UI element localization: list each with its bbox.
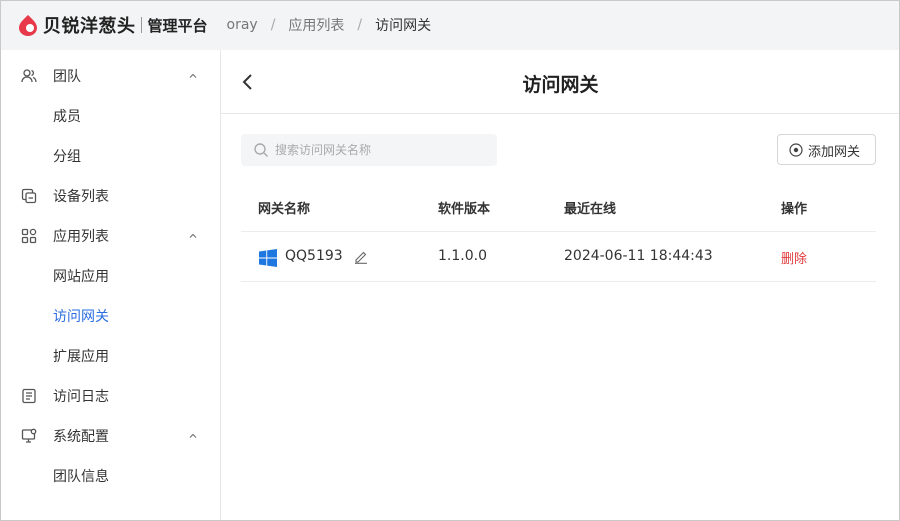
gateway-version: 1.1.0.0 <box>438 248 487 264</box>
sidebar-item-groups[interactable]: 分组 <box>0 136 220 176</box>
sidebar-item-label: 应用列表 <box>53 229 109 245</box>
add-circle-icon <box>789 143 803 157</box>
sidebar-item-label: 扩展应用 <box>53 349 109 365</box>
settings-monitor-icon <box>21 428 37 443</box>
top-bar: 贝锐洋葱头 管理平台 oray / 应用列表 / 访问网关 <box>0 0 900 50</box>
page-header: 访问网关 <box>221 50 900 114</box>
main-content: 访问网关 添加网关 网关名称 软件版本 最近在线 操作 QQ5193 1.1.0… <box>221 50 900 521</box>
sidebar-item-label: 设备列表 <box>53 189 109 205</box>
edit-pencil-icon[interactable] <box>354 250 368 264</box>
chevron-up-icon[interactable] <box>188 231 198 241</box>
sidebar-item-team[interactable]: 团队 <box>0 56 220 96</box>
platform-name: 管理平台 <box>147 16 208 35</box>
sidebar-item-access-log[interactable]: 访问日志 <box>0 376 220 416</box>
sidebar-item-web-apps[interactable]: 网站应用 <box>0 256 220 296</box>
brand-name: 贝锐洋葱头 <box>43 16 136 37</box>
table-row: QQ5193 1.1.0.0 2024-06-11 18:44:43 删除 <box>241 232 876 282</box>
log-icon <box>22 388 36 404</box>
sidebar: 团队 成员 分组 设备列表 应用列表 网站应用 访问网关 扩展应用 访问日志 系… <box>0 50 221 521</box>
search-box <box>241 134 497 166</box>
table-header: 网关名称 软件版本 最近在线 操作 <box>241 182 876 232</box>
chevron-up-icon[interactable] <box>188 71 198 81</box>
sidebar-item-access-gateway[interactable]: 访问网关 <box>0 296 220 336</box>
breadcrumb-item-apps[interactable]: 应用列表 <box>288 15 344 35</box>
chevron-up-icon[interactable] <box>188 431 198 441</box>
sidebar-item-extension-apps[interactable]: 扩展应用 <box>0 336 220 376</box>
device-icon <box>21 188 37 204</box>
sidebar-item-label: 访问日志 <box>53 389 109 405</box>
gateway-last-online: 2024-06-11 18:44:43 <box>564 248 713 264</box>
sidebar-item-apps[interactable]: 应用列表 <box>0 216 220 256</box>
breadcrumb-item-current: 访问网关 <box>375 18 432 34</box>
onion-logo-icon <box>19 15 37 36</box>
sidebar-item-members[interactable]: 成员 <box>0 96 220 136</box>
add-gateway-button[interactable]: 添加网关 <box>777 134 876 165</box>
logo[interactable]: 贝锐洋葱头 管理平台 <box>17 12 208 38</box>
breadcrumb: oray / 应用列表 / 访问网关 <box>227 15 432 35</box>
add-gateway-label: 添加网关 <box>808 145 861 160</box>
gateway-name: QQ5193 <box>285 248 343 264</box>
sidebar-item-team-info[interactable]: 团队信息 <box>0 456 220 496</box>
brand-divider <box>140 17 142 33</box>
breadcrumb-separator: / <box>357 17 363 33</box>
search-icon <box>254 143 268 157</box>
column-header-actions: 操作 <box>781 202 808 217</box>
column-header-name: 网关名称 <box>258 202 311 217</box>
column-header-version: 软件版本 <box>438 202 491 217</box>
sidebar-item-label: 成员 <box>53 109 81 125</box>
breadcrumb-item-team[interactable]: oray <box>227 17 258 33</box>
delete-gateway-link[interactable]: 删除 <box>781 248 807 267</box>
sidebar-item-label: 团队信息 <box>53 469 109 485</box>
windows-icon <box>259 249 277 267</box>
back-arrow-icon[interactable] <box>240 72 256 92</box>
column-header-last-online: 最近在线 <box>564 202 617 217</box>
sidebar-item-label: 访问网关 <box>53 309 109 325</box>
search-input[interactable] <box>275 134 491 166</box>
sidebar-item-devices[interactable]: 设备列表 <box>0 176 220 216</box>
page-title: 访问网关 <box>522 74 599 96</box>
sidebar-item-label: 系统配置 <box>53 429 109 445</box>
sidebar-item-system-config[interactable]: 系统配置 <box>0 416 220 456</box>
sidebar-item-label: 团队 <box>53 69 81 85</box>
sidebar-item-label: 分组 <box>53 149 81 165</box>
team-icon <box>21 69 37 83</box>
breadcrumb-separator: / <box>270 17 276 33</box>
sidebar-item-label: 网站应用 <box>53 269 109 285</box>
apps-icon <box>21 228 37 244</box>
